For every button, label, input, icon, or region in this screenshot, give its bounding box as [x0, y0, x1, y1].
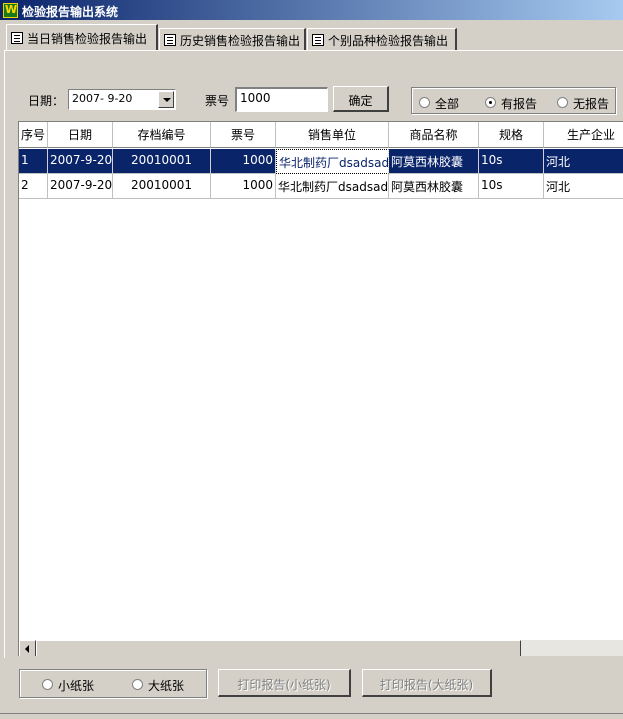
column-header[interactable]: 日期 — [48, 122, 113, 148]
table-row[interactable]: 2 2007-9-20 20010001 1000 华北制药厂dsadsadsa… — [19, 174, 623, 199]
tab-label: 历史销售检验报告输出 — [180, 34, 301, 48]
radio-circle — [557, 97, 568, 108]
tab-label: 个别品种检验报告输出 — [328, 34, 449, 48]
document-icon — [312, 34, 324, 46]
confirm-button[interactable]: 确定 — [333, 86, 389, 112]
ticket-label: 票号 — [205, 94, 230, 108]
column-header[interactable]: 序号 — [19, 122, 48, 148]
table-cell[interactable]: 华北制药厂dsadsadsa — [276, 174, 389, 199]
table-cell[interactable]: 1000 — [211, 149, 276, 174]
document-icon — [11, 32, 23, 44]
scroll-thumb[interactable] — [36, 640, 521, 656]
report-table[interactable]: 序号 日期 存档编号 票号 销售单位 商品名称 规格 生产企业 1 2007-9… — [18, 121, 623, 656]
table-cell[interactable]: 河北 — [544, 174, 623, 199]
document-icon — [164, 34, 176, 46]
table-cell[interactable]: 10s — [479, 174, 544, 199]
radio-circle — [485, 97, 496, 108]
radio-circle — [132, 679, 143, 690]
table-cell[interactable]: 阿莫西林胶囊 — [389, 149, 479, 174]
table-cell[interactable]: 华北制药厂dsadsadsa — [276, 149, 389, 174]
window-title: 检验报告输出系统 — [22, 5, 119, 19]
table-cell[interactable]: 20010001 — [113, 174, 211, 199]
print-small-button[interactable]: 打印报告(小纸张) — [218, 669, 351, 697]
table-cell[interactable]: 2 — [19, 174, 48, 199]
chevron-down-icon[interactable] — [158, 91, 174, 108]
date-picker[interactable]: 2007- 9-20 — [68, 89, 176, 110]
date-value: 2007- 9-20 — [72, 92, 133, 105]
column-header[interactable]: 规格 — [479, 122, 544, 148]
radio-circle — [42, 679, 53, 690]
table-cell[interactable]: 2007-9-20 — [48, 149, 113, 174]
table-cell[interactable]: 河北 — [544, 149, 623, 174]
paper-size-group: 小纸张 大纸张 — [19, 669, 207, 698]
ticket-input[interactable]: 1000 — [235, 87, 328, 112]
column-header[interactable]: 销售单位 — [276, 122, 389, 148]
horizontal-scrollbar[interactable] — [19, 640, 623, 656]
column-header[interactable]: 商品名称 — [389, 122, 479, 148]
radio-label: 全部 — [435, 97, 460, 111]
column-header[interactable]: 生产企业 — [544, 122, 623, 148]
radio-label: 大纸张 — [148, 679, 185, 693]
print-large-button[interactable]: 打印报告(大纸张) — [362, 669, 492, 697]
table-cell[interactable]: 20010001 — [113, 149, 211, 174]
radio-label: 小纸张 — [58, 679, 95, 693]
report-filter-group: 全部 有报告 无报告 — [411, 87, 616, 114]
tab-today-sales-report[interactable]: 当日销售检验报告输出 — [6, 24, 158, 50]
table-header: 序号 日期 存档编号 票号 销售单位 商品名称 规格 生产企业 — [19, 122, 623, 148]
table-row[interactable]: 1 2007-9-20 20010001 1000 华北制药厂dsadsadsa… — [19, 149, 623, 174]
radio-label: 有报告 — [501, 97, 538, 111]
table-cell[interactable]: 阿莫西林胶囊 — [389, 174, 479, 199]
column-header[interactable]: 票号 — [211, 122, 276, 148]
window-bottom-border — [0, 713, 623, 719]
table-cell[interactable]: 10s — [479, 149, 544, 174]
column-header[interactable]: 存档编号 — [113, 122, 211, 148]
table-cell[interactable]: 2007-9-20 — [48, 174, 113, 199]
radio-circle — [419, 97, 430, 108]
radio-label: 无报告 — [573, 97, 610, 111]
tab-single-item-report[interactable]: 个别品种检验报告输出 — [307, 28, 457, 50]
table-cell[interactable]: 1 — [19, 149, 48, 174]
scroll-left-icon[interactable] — [19, 640, 36, 656]
title-bar: 检验报告输出系统 — [0, 0, 623, 20]
tab-history-sales-report[interactable]: 历史销售检验报告输出 — [159, 28, 306, 50]
tab-label: 当日销售检验报告输出 — [27, 32, 148, 46]
table-cell[interactable]: 1000 — [211, 174, 276, 199]
app-logo-icon — [3, 3, 18, 18]
date-label: 日期： — [28, 94, 65, 108]
